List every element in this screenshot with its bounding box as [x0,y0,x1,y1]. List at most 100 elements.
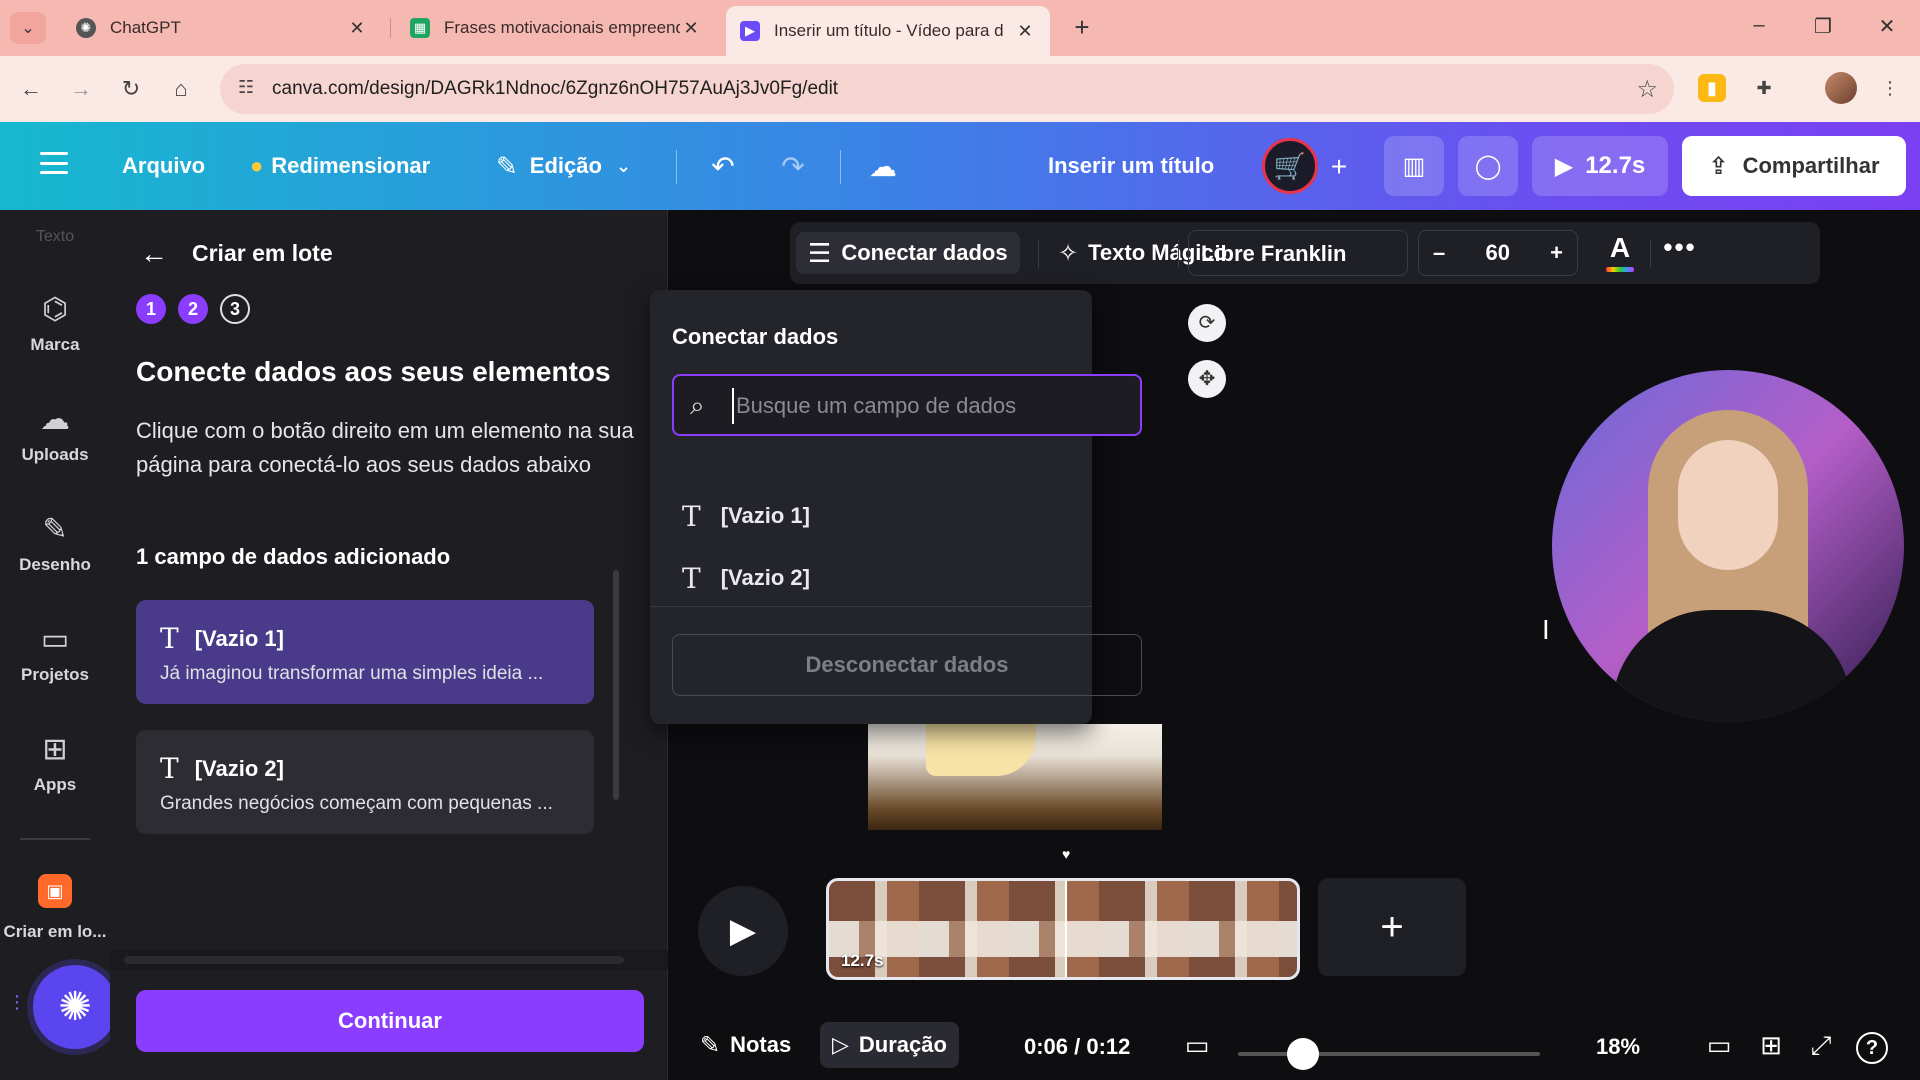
panel-vertical-scrollbar[interactable] [610,540,622,930]
disconnect-data-button[interactable]: Desconectar dados [672,634,1142,696]
sheets-icon: ▦ [410,18,430,38]
step-indicator-3: 3 [220,294,250,324]
tab-title: Frases motivacionais empreend [444,18,680,37]
pages-view-icon[interactable]: ▭ [1702,1030,1736,1061]
browser-tab-canva[interactable]: ▶ Inserir um título - Vídeo para d ✕ [726,6,1050,56]
browser-menu-icon[interactable]: ⋮ [1876,74,1904,102]
zoom-slider-knob[interactable] [1287,1038,1319,1070]
add-collaborator-plus-icon[interactable]: + [1316,144,1362,190]
share-label: Compartilhar [1742,153,1880,178]
url-omnibox[interactable]: ☷ canva.com/design/DAGRk1Ndnoc/6Zgnz6nOH… [220,64,1674,114]
dessert-image[interactable] [868,724,1162,830]
url-text[interactable]: canva.com/design/DAGRk1Ndnoc/6Zgnz6nOH75… [272,78,838,100]
rail-item-draw[interactable]: ✎ Desenho [0,512,110,575]
zoom-level[interactable]: 18% [1596,1034,1640,1060]
magic-wand-icon: ✧ [1058,239,1079,267]
reload-icon[interactable]: ↻ [114,72,148,106]
browser-tab-sheets[interactable]: ▦ Frases motivacionais empreend ✕ [396,8,716,48]
rail-item-bulk-create[interactable]: Criar em lo... [0,922,110,942]
font-size-value[interactable]: 60 [1485,240,1509,266]
new-tab-plus-icon[interactable]: + [1066,12,1098,44]
scrollbar-thumb[interactable] [613,570,619,800]
bulk-create-app-icon[interactable]: ▣ [38,874,72,908]
data-field-option[interactable]: T [Vazio 1] [672,490,1112,542]
hamburger-menu-icon[interactable] [40,152,68,174]
timeline-playhead[interactable] [1065,881,1067,977]
extension-icon[interactable]: ▮ [1698,74,1726,102]
tab-list-chevron-icon[interactable]: ⌄ [10,12,46,44]
grid-view-icon[interactable]: ⊞ [1754,1030,1788,1061]
cloud-saved-icon[interactable]: ☁ [860,144,906,190]
file-menu-button[interactable]: Arquivo [110,142,217,190]
move-handle-icon[interactable]: ✥ [1188,360,1226,398]
rail-item-brand[interactable]: ⌬ Marca [0,292,110,355]
font-size-stepper[interactable]: – 60 + [1418,230,1578,276]
bookmark-star-icon[interactable]: ☆ [1636,75,1658,104]
data-field-search-input[interactable] [732,388,1112,424]
notes-button[interactable]: ✎ Notas [688,1022,803,1068]
back-arrow-icon[interactable]: ← [140,238,168,270]
close-tab-icon[interactable]: ✕ [680,18,702,39]
magic-assistant-button[interactable]: ✺ [33,965,117,1049]
decrease-font-size-button[interactable]: – [1433,240,1445,266]
panel-horizontal-scrollbar[interactable] [110,950,668,970]
rail-item-text[interactable]: Texto [0,228,110,246]
cake-slice [926,724,1036,776]
continue-button[interactable]: Continuar [136,990,644,1052]
undo-icon[interactable]: ↶ [700,144,746,190]
more-options-icon[interactable]: ••• [1660,232,1700,274]
increase-font-size-button[interactable]: + [1550,240,1563,266]
fullscreen-icon[interactable]: ⤢ [1804,1030,1838,1062]
edit-label: Edição [529,153,602,178]
browser-tab-chatgpt[interactable]: ✺ ChatGPT ✕ [62,8,382,48]
panel-heading: Conecte dados aos seus elementos [136,356,611,387]
extensions-puzzle-icon[interactable]: ✚ [1750,74,1778,102]
restore-window-icon[interactable]: ❐ [1808,14,1838,39]
panel-title: Criar em lote [192,240,333,266]
analytics-chart-icon[interactable]: ▥ [1384,136,1444,196]
play-button[interactable]: ▶ [698,886,788,976]
forward-arrow-icon[interactable]: → [64,72,98,106]
data-field-option[interactable]: T [Vazio 2] [672,552,1112,604]
back-arrow-icon[interactable]: ← [14,72,48,106]
data-field-card[interactable]: T [Vazio 2] Grandes negócios começam com… [136,730,594,834]
data-field-card[interactable]: T [Vazio 1] Já imaginou transformar uma … [136,600,594,704]
rail-item-apps[interactable]: ⊞ Apps [0,732,110,795]
clip-thumbnails [829,921,1297,957]
present-play-button[interactable]: ▶ 12.7s [1532,136,1668,196]
rail-item-projects[interactable]: ▭ Projetos [0,622,110,685]
presenter-face [1678,440,1778,570]
redo-icon[interactable]: ↷ [770,144,816,190]
timeline-clip[interactable]: 12.7s [826,878,1300,980]
connect-data-button[interactable]: ☰ Conectar dados [796,232,1020,274]
text-type-icon: T [682,561,701,595]
close-tab-icon[interactable]: ✕ [1014,21,1036,42]
rail-label: Marca [30,335,80,354]
close-window-icon[interactable]: ✕ [1872,14,1902,39]
duration-button[interactable]: ▷ Duração [820,1022,959,1068]
cart-icon[interactable]: 🛒 [1262,138,1318,194]
zoom-slider[interactable] [1238,1038,1540,1070]
data-field-search[interactable]: ⌕ [672,374,1142,436]
presenter-video-circle[interactable] [1552,370,1904,722]
text-color-icon[interactable]: A [1602,232,1638,274]
document-title[interactable]: Inserir um título [1036,142,1226,190]
rotate-icon[interactable]: ⟳ [1188,304,1226,342]
rail-item-uploads[interactable]: ☁ Uploads [0,402,110,465]
minimize-window-icon[interactable]: – [1744,14,1774,37]
browser-profile-avatar[interactable] [1825,72,1857,104]
add-page-button[interactable]: + [1318,878,1466,976]
help-icon[interactable]: ? [1856,1032,1888,1064]
resize-button[interactable]: ● Redimensionar [238,142,442,190]
page-view-icon[interactable]: ▭ [1180,1030,1214,1061]
share-button[interactable]: ⇪ Compartilhar [1682,136,1906,196]
close-tab-icon[interactable]: ✕ [346,18,368,39]
comment-bubble-icon[interactable]: ◯ [1458,136,1518,196]
rail-label: Apps [33,775,77,794]
font-family-select[interactable]: Libre Franklin [1188,230,1408,276]
site-settings-icon[interactable]: ☷ [238,77,254,98]
playhead-marker-icon[interactable]: ♥ [1062,846,1076,862]
edit-mode-button[interactable]: ✎ Edição ⌄ [484,142,643,190]
home-icon[interactable]: ⌂ [164,72,198,106]
scrollbar-thumb[interactable] [124,956,624,964]
